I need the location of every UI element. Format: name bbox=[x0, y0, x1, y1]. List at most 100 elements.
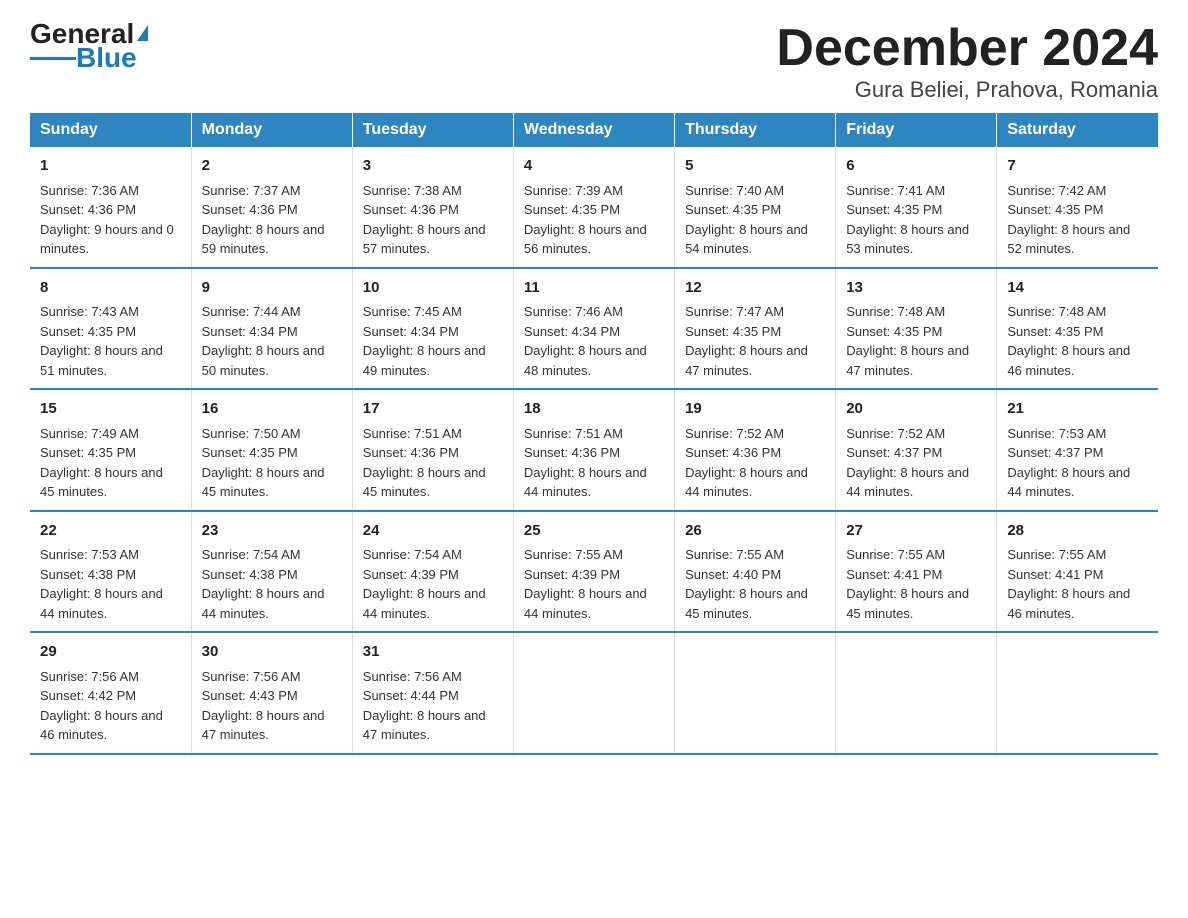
day-number: 19 bbox=[685, 398, 825, 421]
day-number: 20 bbox=[846, 398, 986, 421]
day-info: Sunrise: 7:54 AMSunset: 4:38 PMDaylight:… bbox=[202, 547, 325, 621]
calendar-subtitle: Gura Beliei, Prahova, Romania bbox=[776, 77, 1158, 103]
day-number: 27 bbox=[846, 520, 986, 543]
day-cell: 2Sunrise: 7:37 AMSunset: 4:36 PMDaylight… bbox=[191, 147, 352, 268]
week-row-1: 1 Sunrise: 7:36 AMSunset: 4:36 PMDaylight… bbox=[30, 147, 1158, 268]
day-info: Sunrise: 7:52 AMSunset: 4:37 PMDaylight:… bbox=[846, 426, 969, 500]
day-number: 13 bbox=[846, 277, 986, 300]
day-cell: 28 Sunrise: 7:55 AMSunset: 4:41 PMDayligh… bbox=[997, 511, 1158, 633]
day-cell: 9 Sunrise: 7:44 AMSunset: 4:34 PMDaylight… bbox=[191, 268, 352, 390]
day-number: 15 bbox=[40, 398, 181, 421]
day-info: Sunrise: 7:49 AMSunset: 4:35 PMDaylight:… bbox=[40, 426, 163, 500]
col-saturday: Saturday bbox=[997, 113, 1158, 147]
day-info: Sunrise: 7:41 AMSunset: 4:35 PMDaylight:… bbox=[846, 183, 969, 257]
day-cell bbox=[997, 632, 1158, 754]
day-number: 17 bbox=[363, 398, 503, 421]
day-number: 22 bbox=[40, 520, 181, 543]
day-number: 9 bbox=[202, 277, 342, 300]
day-cell: 4 Sunrise: 7:39 AMSunset: 4:35 PMDaylight… bbox=[513, 147, 674, 268]
day-info: Sunrise: 7:46 AMSunset: 4:34 PMDaylight:… bbox=[524, 304, 647, 378]
day-cell: 24 Sunrise: 7:54 AMSunset: 4:39 PMDayligh… bbox=[352, 511, 513, 633]
calendar-table: Sunday Monday Tuesday Wednesday Thursday… bbox=[30, 113, 1158, 755]
day-cell bbox=[836, 632, 997, 754]
day-info: Sunrise: 7:54 AMSunset: 4:39 PMDaylight:… bbox=[363, 547, 486, 621]
day-cell: 18 Sunrise: 7:51 AMSunset: 4:36 PMDayligh… bbox=[513, 389, 674, 511]
day-info: Sunrise: 7:43 AMSunset: 4:35 PMDaylight:… bbox=[40, 304, 163, 378]
day-number: 2 bbox=[202, 155, 342, 178]
col-monday: Monday bbox=[191, 113, 352, 147]
logo: General Blue bbox=[30, 20, 148, 72]
title-block: December 2024 Gura Beliei, Prahova, Roma… bbox=[776, 20, 1158, 103]
page-header: General Blue December 2024 Gura Beliei, … bbox=[30, 20, 1158, 103]
day-number: 14 bbox=[1007, 277, 1148, 300]
day-info: Sunrise: 7:55 AMSunset: 4:40 PMDaylight:… bbox=[685, 547, 808, 621]
day-cell: 1 Sunrise: 7:36 AMSunset: 4:36 PMDaylight… bbox=[30, 147, 191, 268]
col-sunday: Sunday bbox=[30, 113, 191, 147]
day-cell: 12Sunrise: 7:47 AMSunset: 4:35 PMDayligh… bbox=[675, 268, 836, 390]
day-cell: 6Sunrise: 7:41 AMSunset: 4:35 PMDaylight… bbox=[836, 147, 997, 268]
day-info: Sunrise: 7:55 AMSunset: 4:41 PMDaylight:… bbox=[846, 547, 969, 621]
day-cell: 3 Sunrise: 7:38 AMSunset: 4:36 PMDaylight… bbox=[352, 147, 513, 268]
day-cell: 20 Sunrise: 7:52 AMSunset: 4:37 PMDayligh… bbox=[836, 389, 997, 511]
day-cell: 23 Sunrise: 7:54 AMSunset: 4:38 PMDayligh… bbox=[191, 511, 352, 633]
day-cell: 22Sunrise: 7:53 AMSunset: 4:38 PMDayligh… bbox=[30, 511, 191, 633]
day-cell: 19Sunrise: 7:52 AMSunset: 4:36 PMDayligh… bbox=[675, 389, 836, 511]
day-number: 29 bbox=[40, 641, 181, 664]
day-number: 21 bbox=[1007, 398, 1148, 421]
day-number: 3 bbox=[363, 155, 503, 178]
day-cell: 25Sunrise: 7:55 AMSunset: 4:39 PMDayligh… bbox=[513, 511, 674, 633]
day-number: 24 bbox=[363, 520, 503, 543]
day-cell: 17 Sunrise: 7:51 AMSunset: 4:36 PMDayligh… bbox=[352, 389, 513, 511]
day-info: Sunrise: 7:50 AMSunset: 4:35 PMDaylight:… bbox=[202, 426, 325, 500]
day-cell: 14 Sunrise: 7:48 AMSunset: 4:35 PMDayligh… bbox=[997, 268, 1158, 390]
day-cell: 13 Sunrise: 7:48 AMSunset: 4:35 PMDayligh… bbox=[836, 268, 997, 390]
day-info: Sunrise: 7:55 AMSunset: 4:41 PMDaylight:… bbox=[1007, 547, 1130, 621]
week-row-5: 29Sunrise: 7:56 AMSunset: 4:42 PMDayligh… bbox=[30, 632, 1158, 754]
day-cell: 15 Sunrise: 7:49 AMSunset: 4:35 PMDayligh… bbox=[30, 389, 191, 511]
col-thursday: Thursday bbox=[675, 113, 836, 147]
day-cell: 27 Sunrise: 7:55 AMSunset: 4:41 PMDayligh… bbox=[836, 511, 997, 633]
day-info: Sunrise: 7:56 AMSunset: 4:44 PMDaylight:… bbox=[363, 669, 486, 743]
day-number: 5 bbox=[685, 155, 825, 178]
day-info: Sunrise: 7:38 AMSunset: 4:36 PMDaylight:… bbox=[363, 183, 486, 257]
day-info: Sunrise: 7:55 AMSunset: 4:39 PMDaylight:… bbox=[524, 547, 647, 621]
day-info: Sunrise: 7:51 AMSunset: 4:36 PMDaylight:… bbox=[524, 426, 647, 500]
day-info: Sunrise: 7:44 AMSunset: 4:34 PMDaylight:… bbox=[202, 304, 325, 378]
col-friday: Friday bbox=[836, 113, 997, 147]
day-cell: 16 Sunrise: 7:50 AMSunset: 4:35 PMDayligh… bbox=[191, 389, 352, 511]
day-number: 11 bbox=[524, 277, 664, 300]
day-cell: 10 Sunrise: 7:45 AMSunset: 4:34 PMDayligh… bbox=[352, 268, 513, 390]
day-number: 28 bbox=[1007, 520, 1148, 543]
day-info: Sunrise: 7:53 AMSunset: 4:37 PMDaylight:… bbox=[1007, 426, 1130, 500]
day-info: Sunrise: 7:48 AMSunset: 4:35 PMDaylight:… bbox=[846, 304, 969, 378]
day-cell: 30Sunrise: 7:56 AMSunset: 4:43 PMDayligh… bbox=[191, 632, 352, 754]
day-info: Sunrise: 7:36 AMSunset: 4:36 PMDaylight:… bbox=[40, 183, 174, 257]
day-info: Sunrise: 7:48 AMSunset: 4:35 PMDaylight:… bbox=[1007, 304, 1130, 378]
week-row-3: 15 Sunrise: 7:49 AMSunset: 4:35 PMDayligh… bbox=[30, 389, 1158, 511]
day-cell: 11 Sunrise: 7:46 AMSunset: 4:34 PMDayligh… bbox=[513, 268, 674, 390]
day-number: 23 bbox=[202, 520, 342, 543]
col-tuesday: Tuesday bbox=[352, 113, 513, 147]
day-cell: 5 Sunrise: 7:40 AMSunset: 4:35 PMDaylight… bbox=[675, 147, 836, 268]
day-info: Sunrise: 7:40 AMSunset: 4:35 PMDaylight:… bbox=[685, 183, 808, 257]
day-number: 16 bbox=[202, 398, 342, 421]
header-row: Sunday Monday Tuesday Wednesday Thursday… bbox=[30, 113, 1158, 147]
day-cell: 26 Sunrise: 7:55 AMSunset: 4:40 PMDayligh… bbox=[675, 511, 836, 633]
day-cell bbox=[513, 632, 674, 754]
week-row-4: 22Sunrise: 7:53 AMSunset: 4:38 PMDayligh… bbox=[30, 511, 1158, 633]
day-number: 10 bbox=[363, 277, 503, 300]
calendar-header: Sunday Monday Tuesday Wednesday Thursday… bbox=[30, 113, 1158, 147]
week-row-2: 8Sunrise: 7:43 AMSunset: 4:35 PMDaylight… bbox=[30, 268, 1158, 390]
calendar-title: December 2024 bbox=[776, 20, 1158, 77]
day-number: 4 bbox=[524, 155, 664, 178]
day-info: Sunrise: 7:45 AMSunset: 4:34 PMDaylight:… bbox=[363, 304, 486, 378]
day-info: Sunrise: 7:51 AMSunset: 4:36 PMDaylight:… bbox=[363, 426, 486, 500]
day-number: 1 bbox=[40, 155, 181, 178]
calendar-body: 1 Sunrise: 7:36 AMSunset: 4:36 PMDaylight… bbox=[30, 147, 1158, 754]
day-cell bbox=[675, 632, 836, 754]
day-number: 12 bbox=[685, 277, 825, 300]
day-number: 18 bbox=[524, 398, 664, 421]
day-info: Sunrise: 7:39 AMSunset: 4:35 PMDaylight:… bbox=[524, 183, 647, 257]
day-number: 26 bbox=[685, 520, 825, 543]
day-cell: 31Sunrise: 7:56 AMSunset: 4:44 PMDayligh… bbox=[352, 632, 513, 754]
